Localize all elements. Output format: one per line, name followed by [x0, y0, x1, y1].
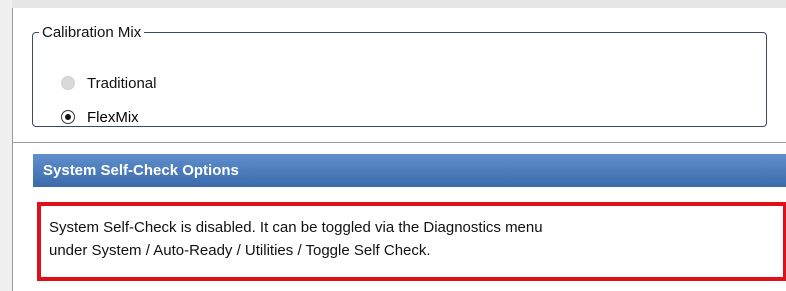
self-check-header-title: System Self-Check Options [43, 162, 239, 179]
radio-label-flexmix: FlexMix [87, 108, 139, 126]
self-check-message: System Self-Check is disabled. It can be… [49, 216, 777, 262]
self-check-message-line-1: System Self-Check is disabled. It can be… [49, 219, 543, 236]
calibration-mix-group: Calibration Mix Traditional FlexMix [32, 24, 767, 127]
radio-option-traditional[interactable]: Traditional [61, 73, 156, 93]
settings-panel: Calibration Mix Traditional FlexMix Syst… [12, 8, 786, 291]
self-check-options-header: System Self-Check Options [33, 154, 786, 187]
calibration-section: Calibration Mix Traditional FlexMix [13, 8, 786, 143]
calibration-mix-label: Calibration Mix [42, 24, 142, 41]
radio-label-traditional: Traditional [87, 74, 157, 92]
highlight-annotation-box: System Self-Check is disabled. It can be… [37, 202, 786, 281]
radio-button-checked-icon[interactable] [61, 110, 75, 124]
left-margin-strip [0, 0, 12, 291]
self-check-content: System Self-Check is disabled. It can be… [33, 187, 786, 291]
radio-option-flexmix[interactable]: FlexMix [61, 107, 139, 127]
top-gray-bar [0, 0, 786, 8]
radio-button-disabled-icon[interactable] [61, 76, 75, 90]
self-check-message-line-2: under System / Auto-Ready / Utilities / … [49, 242, 431, 259]
